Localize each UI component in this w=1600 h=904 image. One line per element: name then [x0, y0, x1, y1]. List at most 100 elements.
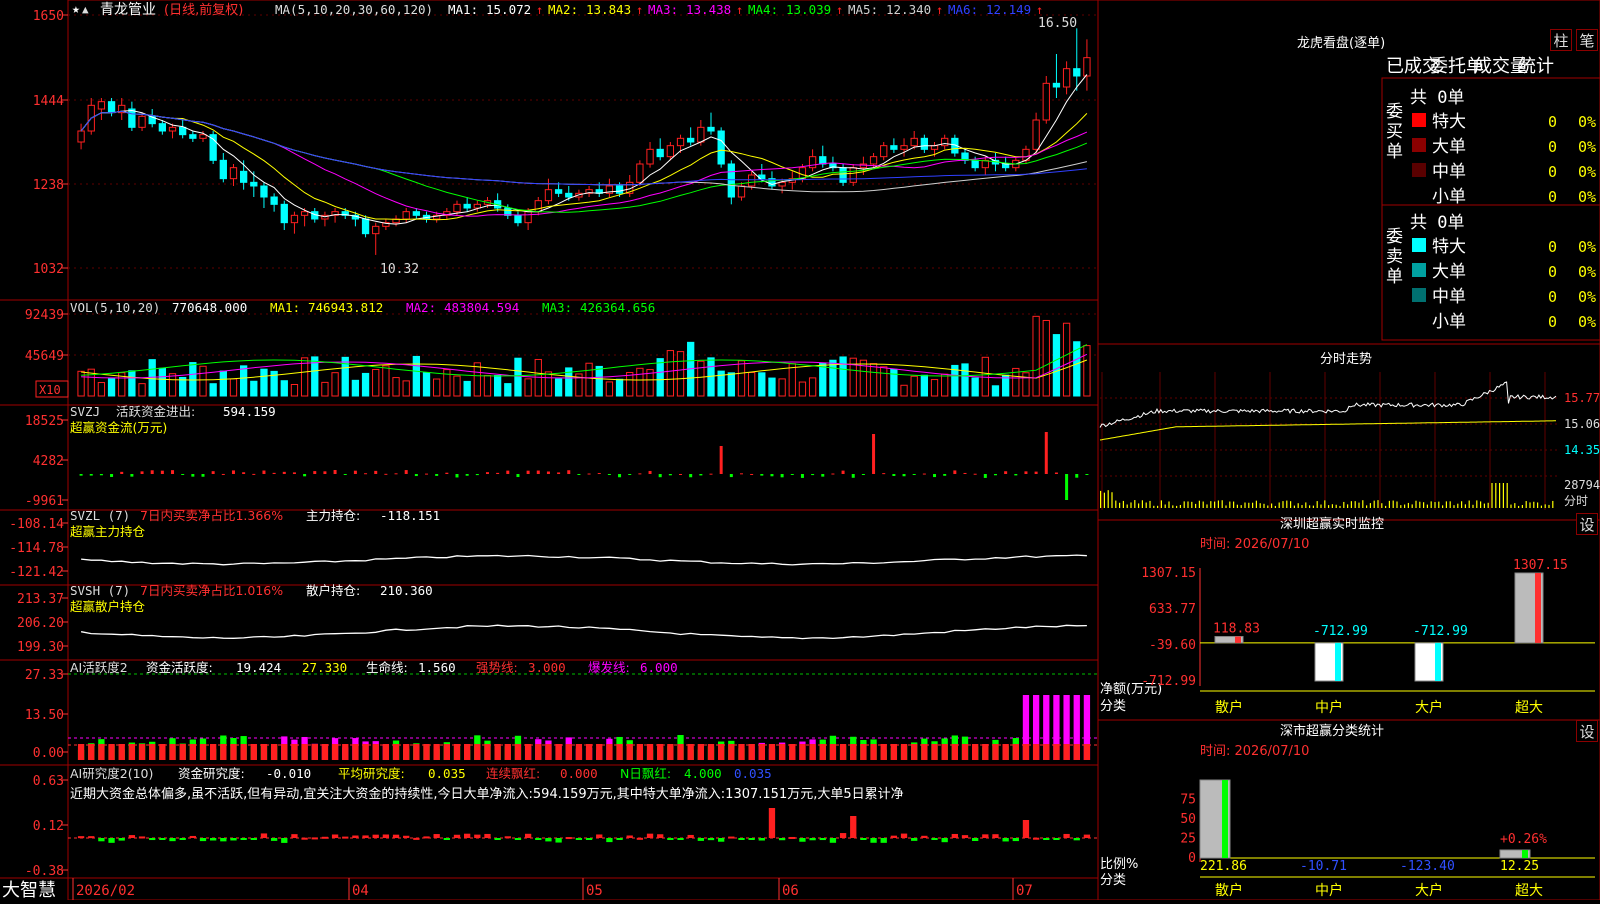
y-tick-label: 0.00	[33, 746, 64, 761]
svzj-y-axis: 18525 4282 -9961	[25, 414, 68, 509]
monitor-category: 大户	[1415, 699, 1443, 716]
star-icon[interactable]: ★	[72, 2, 80, 17]
candle-body	[361, 218, 370, 235]
side-label-char: 买	[1386, 122, 1403, 142]
intraday-vol-bar	[1107, 490, 1109, 508]
lhb-row-count: 0	[1548, 313, 1557, 331]
ai-active-base	[626, 744, 633, 760]
ai-research-bar	[494, 838, 501, 840]
svzj-bar	[160, 470, 164, 474]
ai-research-bar	[423, 836, 430, 839]
candle-body	[138, 115, 146, 128]
chart-mode[interactable]: (日线,前复权)	[164, 2, 243, 18]
volume-bar	[920, 374, 929, 397]
ma-value-1: 15.072	[486, 2, 531, 17]
ai-research-bar	[596, 834, 603, 838]
svzj-bar	[475, 474, 479, 476]
intraday-vol-bar	[1206, 504, 1208, 508]
intraday-avg-line	[1099, 420, 1556, 441]
ai-research-bar	[311, 837, 318, 840]
svzj-bar	[496, 472, 500, 474]
ai-active-base	[768, 744, 776, 760]
ai-active-base	[484, 744, 491, 760]
ai-research-bar	[585, 838, 593, 840]
svzj-bar	[872, 434, 876, 474]
intraday-vol-bar	[1385, 505, 1387, 508]
ma-label-3: MA3:	[648, 2, 678, 17]
svzj-subtitle: 超赢资金流(万元)	[70, 420, 167, 435]
candle-body	[250, 181, 258, 187]
ai-research-bar	[921, 835, 928, 838]
monitor-y-tick: 633.77	[1149, 602, 1196, 617]
monitor-y-tick: -39.60	[1149, 638, 1196, 653]
svzj-bar	[1054, 472, 1058, 474]
volume-bar	[930, 379, 939, 397]
ai-active-base	[809, 744, 816, 760]
volume-bar	[798, 381, 807, 397]
volume-bar	[839, 356, 847, 397]
intraday-vol-bar	[1373, 500, 1375, 508]
column-view-button[interactable]: 柱	[1550, 29, 1572, 51]
volume-bar	[585, 362, 593, 397]
stock-name[interactable]: 青龙管业	[100, 2, 156, 18]
lhb-row-count: 0	[1548, 113, 1557, 131]
ai-active-base	[931, 744, 938, 760]
intraday-vol-bar	[1274, 505, 1276, 508]
ai-research-bar	[270, 838, 278, 841]
volume-bar	[1042, 319, 1050, 397]
ai-research-v4: 4.000	[684, 766, 722, 781]
sz-monitor-date: 时间: 2026/07/10	[1200, 537, 1309, 552]
candle-body	[646, 148, 654, 165]
sz-monitor-settings-button[interactable]: 设	[1576, 513, 1598, 535]
chart-canvas[interactable]: ★ ▲ 青龙管业 (日线,前复权) MA(5,10,20,30,60,120) …	[0, 0, 1600, 901]
lhb-row-pct: 0%	[1578, 313, 1596, 331]
volume-bars	[77, 315, 1091, 397]
intraday-price-line	[1099, 381, 1557, 428]
svzj-bar	[557, 472, 561, 474]
candle-body	[941, 137, 949, 147]
ai-research-bar	[291, 834, 298, 838]
ai-research-bar	[504, 836, 511, 839]
ai-active-header: AI活跃度2 资金活跃度: 19.424 27.330 生命线: 1.560 强…	[70, 660, 678, 675]
candle-body	[717, 130, 725, 165]
intraday-vol-bar	[1320, 504, 1322, 508]
intraday-vol-bar	[1187, 501, 1189, 508]
ai-active-base	[789, 744, 796, 760]
candle-body	[737, 185, 746, 198]
ai-active-base	[982, 744, 989, 760]
candle-body	[565, 192, 573, 198]
intraday-vol-bar	[1145, 502, 1147, 508]
ai-active-base	[504, 744, 511, 760]
ai-active-base	[514, 744, 522, 760]
pen-view-button[interactable]: 笔	[1576, 29, 1598, 51]
volume-bar	[778, 378, 786, 397]
lhb-row-label: 中单	[1432, 162, 1466, 182]
ai-active-base	[839, 744, 847, 760]
arrow-icon[interactable]: ▲	[82, 3, 89, 16]
volume-bar	[351, 379, 360, 397]
lhb-row-label: 小单	[1432, 312, 1466, 332]
y-tick-label: -108.14	[9, 517, 64, 532]
svzj-bar	[303, 474, 307, 477]
ai-research-bar	[870, 838, 877, 843]
sz-classify-date: 时间: 2026/07/10	[1200, 744, 1309, 759]
ai-research-bar	[159, 838, 166, 840]
intraday-vol-bar	[1404, 504, 1406, 508]
ai-active-base	[545, 744, 552, 760]
svzj-bar	[191, 474, 195, 477]
svzj-bar	[821, 474, 825, 477]
sz-classify-chart: 75 50 25 0 221.86 散户 -10.71 中户 -123.40 大户 12.25 超大 +…	[1180, 779, 1595, 899]
ai-active-base	[718, 744, 725, 760]
ai-active-base	[128, 744, 136, 760]
volume-bar	[280, 380, 288, 397]
monitor-y-tick: 1307.15	[1141, 566, 1196, 581]
svsh-header: SVSH (7) 7日内买卖净占比1.016% 散户持仓: 210.360 超赢…	[70, 583, 433, 614]
sz-classify-settings-button[interactable]: 设	[1576, 720, 1598, 742]
volume-bar	[819, 362, 827, 397]
lhb-row-label: 大单	[1432, 137, 1466, 157]
ai-active-base	[961, 744, 969, 760]
intraday-vol-bar	[1293, 505, 1295, 508]
ai-active-base	[433, 744, 440, 760]
volume-bar	[626, 371, 634, 397]
ai-active-base	[565, 744, 572, 760]
